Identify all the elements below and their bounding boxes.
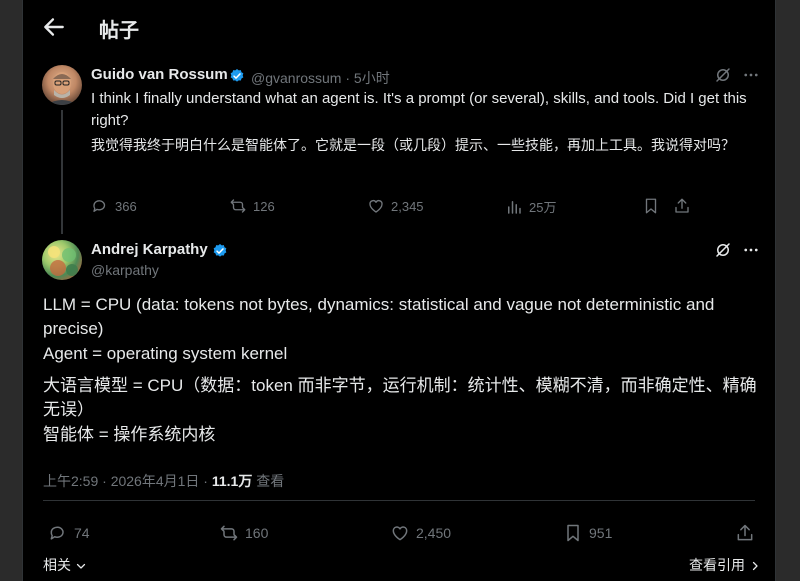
view-quotes-link[interactable]: 查看引用 (689, 555, 761, 575)
post-page: 帖子 Guido van Rossum @gvanrossum · 5小时 I … (22, 0, 776, 581)
reply-icon (93, 200, 106, 212)
share-button[interactable] (673, 197, 691, 215)
bookmark-button[interactable]: 951 (563, 523, 612, 543)
post-text-line-2: Agent = operating system kernel (43, 344, 288, 363)
post-text-line-1: LLM = CPU (data: tokens not bytes, dynam… (43, 295, 715, 338)
related-link[interactable]: 相关 (43, 555, 87, 575)
view-quotes-label: 查看引用 (689, 557, 745, 573)
like-button[interactable]: 2,345 (367, 197, 424, 215)
back-arrow-icon (44, 18, 64, 36)
post-text: I think I finally understand what an age… (91, 90, 747, 129)
chevron-down-icon (76, 564, 86, 569)
like-count: 2,345 (391, 198, 424, 214)
post-time[interactable]: 5小时 (354, 70, 390, 86)
post-translation-line-1: 大语言模型 = CPU（数据：token 而非字节，运行机制：统计性、模糊不清，… (43, 376, 757, 419)
repost-button[interactable]: 160 (219, 523, 268, 543)
reply-button[interactable]: 366 (91, 197, 137, 215)
verified-badge-icon (213, 244, 227, 257)
bookmark-icon (645, 198, 657, 214)
author-name[interactable]: Andrej Karpathy (91, 241, 208, 258)
views-count: 25万 (529, 200, 557, 215)
separator-dot: · (341, 70, 354, 86)
bookmark-icon (567, 524, 579, 542)
author-name[interactable]: Guido van Rossum (91, 66, 228, 83)
divider (43, 500, 755, 501)
repost-count: 160 (245, 525, 269, 541)
back-button[interactable] (41, 14, 67, 40)
reply-icon (50, 526, 64, 540)
like-icon (392, 526, 408, 541)
like-icon (369, 200, 383, 213)
share-button[interactable] (735, 523, 755, 543)
more-icon[interactable] (742, 66, 760, 84)
share-icon (737, 524, 753, 541)
top-bar: 帖子 (23, 0, 775, 55)
post-translation-line-2: 智能体 = 操作系统内核 (43, 425, 216, 444)
reply-count: 366 (115, 198, 137, 214)
thread-line (61, 110, 63, 234)
repost-button[interactable]: 126 (229, 197, 275, 215)
avatar-image (46, 72, 78, 105)
author-handle[interactable]: @gvanrossum (251, 70, 341, 86)
avatar[interactable] (42, 65, 82, 105)
repost-count: 126 (253, 198, 275, 214)
more-icon[interactable] (742, 241, 760, 259)
author-handle[interactable]: @karpathy (91, 262, 159, 278)
views-button[interactable]: 25万 (505, 197, 556, 216)
reply-button[interactable]: 74 (48, 523, 90, 543)
post-translation: 我觉得我终于明白什么是智能体了。它就是一段（或几段）提示、一些技能，再加上工具。… (91, 137, 735, 153)
post-meta: 上午2:59 · 2026年4月1日 · 11.1万 查看 (43, 471, 284, 491)
like-button[interactable]: 2,450 (390, 523, 451, 543)
views-icon (508, 200, 521, 214)
bookmark-button[interactable] (642, 197, 660, 215)
post-view-label: 查看 (256, 473, 285, 489)
like-count: 2,450 (416, 525, 452, 541)
avatar[interactable] (42, 240, 82, 280)
post-timestamp[interactable]: 上午2:59 · 2026年4月1日 · (43, 473, 208, 489)
repost-icon (220, 525, 238, 541)
translate-icon[interactable] (714, 66, 732, 84)
bookmark-count: 951 (589, 525, 613, 541)
verified-badge-icon (230, 69, 244, 82)
repost-icon (230, 199, 246, 213)
author-handle-time: @gvanrossum · 5小时 (251, 68, 390, 88)
post-view-count: 11.1万 (211, 473, 253, 489)
related-label: 相关 (43, 557, 71, 573)
avatar-image (48, 246, 78, 276)
chevron-right-icon (752, 562, 758, 571)
translate-icon[interactable] (714, 241, 732, 259)
reply-count: 74 (74, 525, 90, 541)
page-title: 帖子 (99, 20, 139, 42)
share-icon (675, 198, 689, 213)
